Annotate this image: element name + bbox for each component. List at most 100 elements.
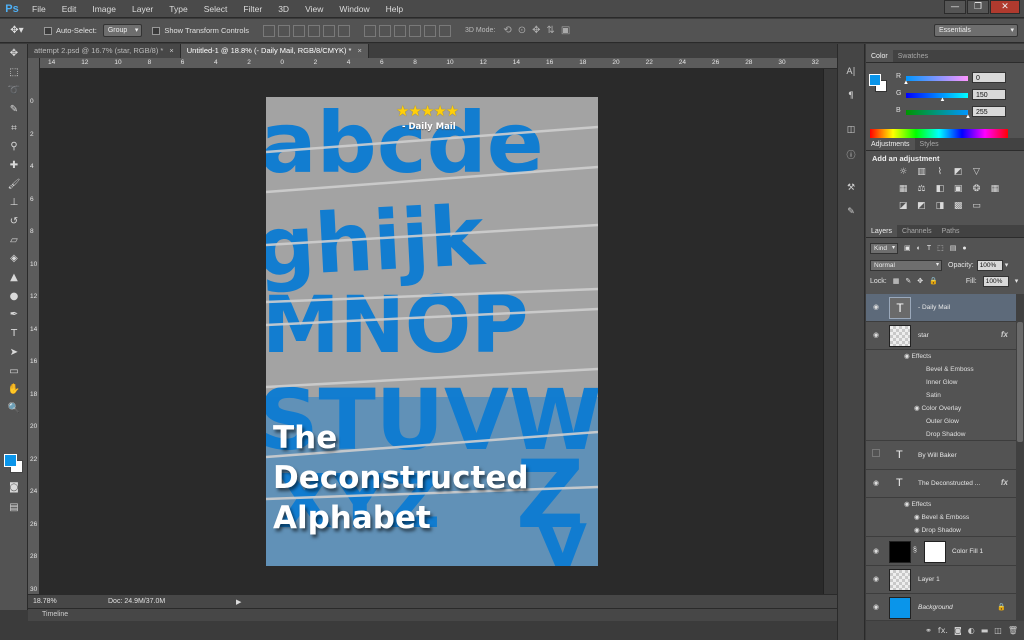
history-panel-icon[interactable]: ◫ bbox=[840, 120, 862, 140]
tab-adjustments[interactable]: Adjustments bbox=[866, 138, 915, 150]
tab-layers[interactable]: Layers bbox=[866, 225, 898, 237]
tab-attempt-2[interactable]: attempt 2.psd @ 16.7% (star, RGB/8) * × bbox=[28, 44, 181, 58]
close-tab-icon[interactable]: × bbox=[357, 46, 361, 55]
color-balance-icon[interactable]: ⚖ bbox=[912, 184, 930, 194]
foreground-color-swatch[interactable] bbox=[4, 454, 17, 467]
effect-item[interactable]: Satin bbox=[866, 389, 1016, 402]
layer-row[interactable]: T By Will Baker bbox=[866, 442, 1016, 470]
lasso-tool-icon[interactable]: ➰ bbox=[0, 81, 28, 100]
align-vcenter-icon[interactable] bbox=[277, 24, 290, 37]
quick-select-tool-icon[interactable]: ✎ bbox=[0, 100, 28, 119]
vibrance-icon[interactable]: ▽ bbox=[967, 167, 985, 177]
green-channel-value[interactable]: 150 bbox=[972, 89, 1006, 100]
distribute-top-icon[interactable] bbox=[363, 24, 376, 37]
3d-rotate-icon[interactable]: ⟲ bbox=[503, 25, 511, 36]
menu-window[interactable]: Window bbox=[331, 0, 377, 18]
menu-help[interactable]: Help bbox=[378, 0, 411, 18]
blue-channel-value[interactable]: 255 bbox=[972, 106, 1006, 117]
effect-item-with-eye[interactable]: ◉ Drop Shadow bbox=[866, 524, 1016, 537]
effect-item[interactable]: Inner Glow bbox=[866, 376, 1016, 389]
lock-image-icon[interactable]: ✎ bbox=[905, 277, 911, 285]
filter-smart-icon[interactable]: ▤ bbox=[950, 244, 957, 252]
new-layer-icon[interactable]: ◫ bbox=[994, 626, 1002, 635]
tool-presets-icon[interactable]: ⚒ bbox=[840, 178, 862, 198]
brightness-contrast-icon[interactable]: ☼ bbox=[894, 167, 912, 177]
menu-filter[interactable]: Filter bbox=[235, 0, 270, 18]
layer-mask-thumbnail[interactable] bbox=[924, 541, 946, 563]
tab-swatches[interactable]: Swatches bbox=[893, 50, 933, 62]
posterize-icon[interactable]: ◩ bbox=[912, 201, 930, 211]
blend-mode-dropdown[interactable]: Normal bbox=[870, 259, 942, 271]
menu-edit[interactable]: Edit bbox=[54, 0, 85, 18]
move-tool-icon[interactable]: ✥ bbox=[0, 44, 28, 63]
opacity-input[interactable]: 100% bbox=[976, 259, 1003, 271]
align-left-icon[interactable] bbox=[307, 24, 320, 37]
document-canvas[interactable]: abcde ghijk MNOP STUVW XYZ Z y ★★★★★ - D… bbox=[266, 97, 598, 566]
3d-scale-icon[interactable]: ▣ bbox=[561, 25, 570, 36]
lock-transparent-icon[interactable]: ▦ bbox=[893, 277, 900, 285]
eyedropper-tool-icon[interactable]: ⚲ bbox=[0, 137, 28, 156]
layers-scrollbar-thumb[interactable] bbox=[1017, 322, 1023, 442]
visibility-eye-icon[interactable]: ◉ bbox=[871, 575, 881, 583]
tab-untitled-1[interactable]: Untitled-1 @ 18.8% (- Daily Mail, RGB/8/… bbox=[180, 44, 369, 58]
levels-icon[interactable]: ▥ bbox=[912, 167, 930, 177]
paragraph-panel-icon[interactable]: ¶ bbox=[840, 86, 862, 106]
hand-tool-icon[interactable]: ✋ bbox=[0, 380, 28, 399]
marquee-tool-icon[interactable]: ⬚ bbox=[0, 63, 28, 82]
visibility-eye-icon[interactable]: ◉ bbox=[871, 331, 881, 339]
minimize-button[interactable]: — bbox=[944, 0, 966, 14]
filter-shape-icon[interactable]: ⬚ bbox=[937, 244, 944, 252]
selective-color-icon[interactable]: ▩ bbox=[949, 201, 967, 211]
effect-item-with-eye[interactable]: ◉ Bevel & Emboss bbox=[866, 511, 1016, 524]
screen-mode-icon[interactable]: ▤ bbox=[0, 498, 28, 517]
align-hcenter-icon[interactable] bbox=[322, 24, 335, 37]
distribute-bottom-icon[interactable] bbox=[393, 24, 406, 37]
effect-item[interactable]: Drop Shadow bbox=[866, 428, 1016, 441]
status-menu-arrow-icon[interactable]: ▶ bbox=[236, 598, 241, 606]
blue-channel-slider[interactable]: ▲ bbox=[906, 110, 971, 120]
distribute-left-icon[interactable] bbox=[408, 24, 421, 37]
menu-view[interactable]: View bbox=[297, 0, 331, 18]
red-channel-slider[interactable]: ▲ bbox=[903, 76, 968, 86]
tab-channels[interactable]: Channels bbox=[897, 225, 937, 237]
filter-pixel-icon[interactable]: ▣ bbox=[904, 244, 911, 252]
threshold-icon[interactable]: ◨ bbox=[931, 201, 949, 211]
tab-styles[interactable]: Styles bbox=[915, 138, 944, 150]
new-adjustment-icon[interactable]: ◐ bbox=[968, 626, 975, 635]
healing-brush-tool-icon[interactable]: ✚ bbox=[0, 156, 28, 175]
menu-3d[interactable]: 3D bbox=[270, 0, 297, 18]
filter-type-icon[interactable]: T bbox=[927, 245, 931, 252]
auto-select-option[interactable]: Auto-Select: bbox=[44, 26, 97, 35]
invert-icon[interactable]: ◪ bbox=[894, 201, 912, 211]
mask-link-icon[interactable]: § bbox=[913, 547, 917, 554]
distribute-right-icon[interactable] bbox=[438, 24, 451, 37]
hue-saturation-icon[interactable]: ▦ bbox=[894, 184, 912, 194]
lock-all-icon[interactable]: 🔒 bbox=[929, 277, 938, 285]
canvas-vertical-scrollbar[interactable] bbox=[823, 69, 837, 594]
auto-select-checkbox[interactable] bbox=[44, 26, 52, 35]
layer-effects-icon[interactable]: fx bbox=[1001, 330, 1008, 339]
layer-row[interactable]: ◉ star fx bbox=[866, 322, 1016, 350]
effect-item[interactable]: Outer Glow bbox=[866, 415, 1016, 428]
visibility-eye-icon[interactable]: ◉ bbox=[871, 303, 881, 311]
green-channel-slider[interactable]: ▲ bbox=[906, 93, 968, 103]
red-channel-value[interactable]: 0 bbox=[972, 72, 1006, 83]
restore-button[interactable]: ❐ bbox=[967, 0, 989, 14]
history-brush-tool-icon[interactable]: ↺ bbox=[0, 212, 28, 231]
layer-row[interactable]: ◉ § Color Fill 1 bbox=[866, 538, 1016, 566]
crop-tool-icon[interactable]: ⌗ bbox=[0, 119, 28, 138]
layer-row[interactable]: ◉ T The Deconstructed ... fx bbox=[866, 470, 1016, 498]
eraser-tool-icon[interactable]: ▱ bbox=[0, 231, 28, 250]
layer-effects-icon[interactable]: fx bbox=[1001, 478, 1008, 487]
align-top-icon[interactable] bbox=[262, 24, 275, 37]
close-tab-icon[interactable]: × bbox=[169, 46, 173, 55]
layer-row[interactable]: ◉ Background 🔒 bbox=[866, 594, 1016, 621]
paint-bucket-tool-icon[interactable]: ◈ bbox=[0, 250, 28, 269]
fill-input[interactable]: 100% bbox=[982, 275, 1009, 287]
3d-slide-icon[interactable]: ⇅ bbox=[546, 25, 554, 36]
vertical-ruler[interactable]: 0 2 4 6 8 10 12 14 16 18 20 22 24 26 28 30 bbox=[28, 58, 40, 594]
show-transform-option[interactable]: Show Transform Controls bbox=[152, 26, 249, 35]
auto-select-dropdown[interactable]: Group bbox=[102, 24, 143, 37]
align-bottom-icon[interactable] bbox=[292, 24, 305, 37]
zoom-tool-icon[interactable]: 🔍 bbox=[0, 399, 28, 418]
